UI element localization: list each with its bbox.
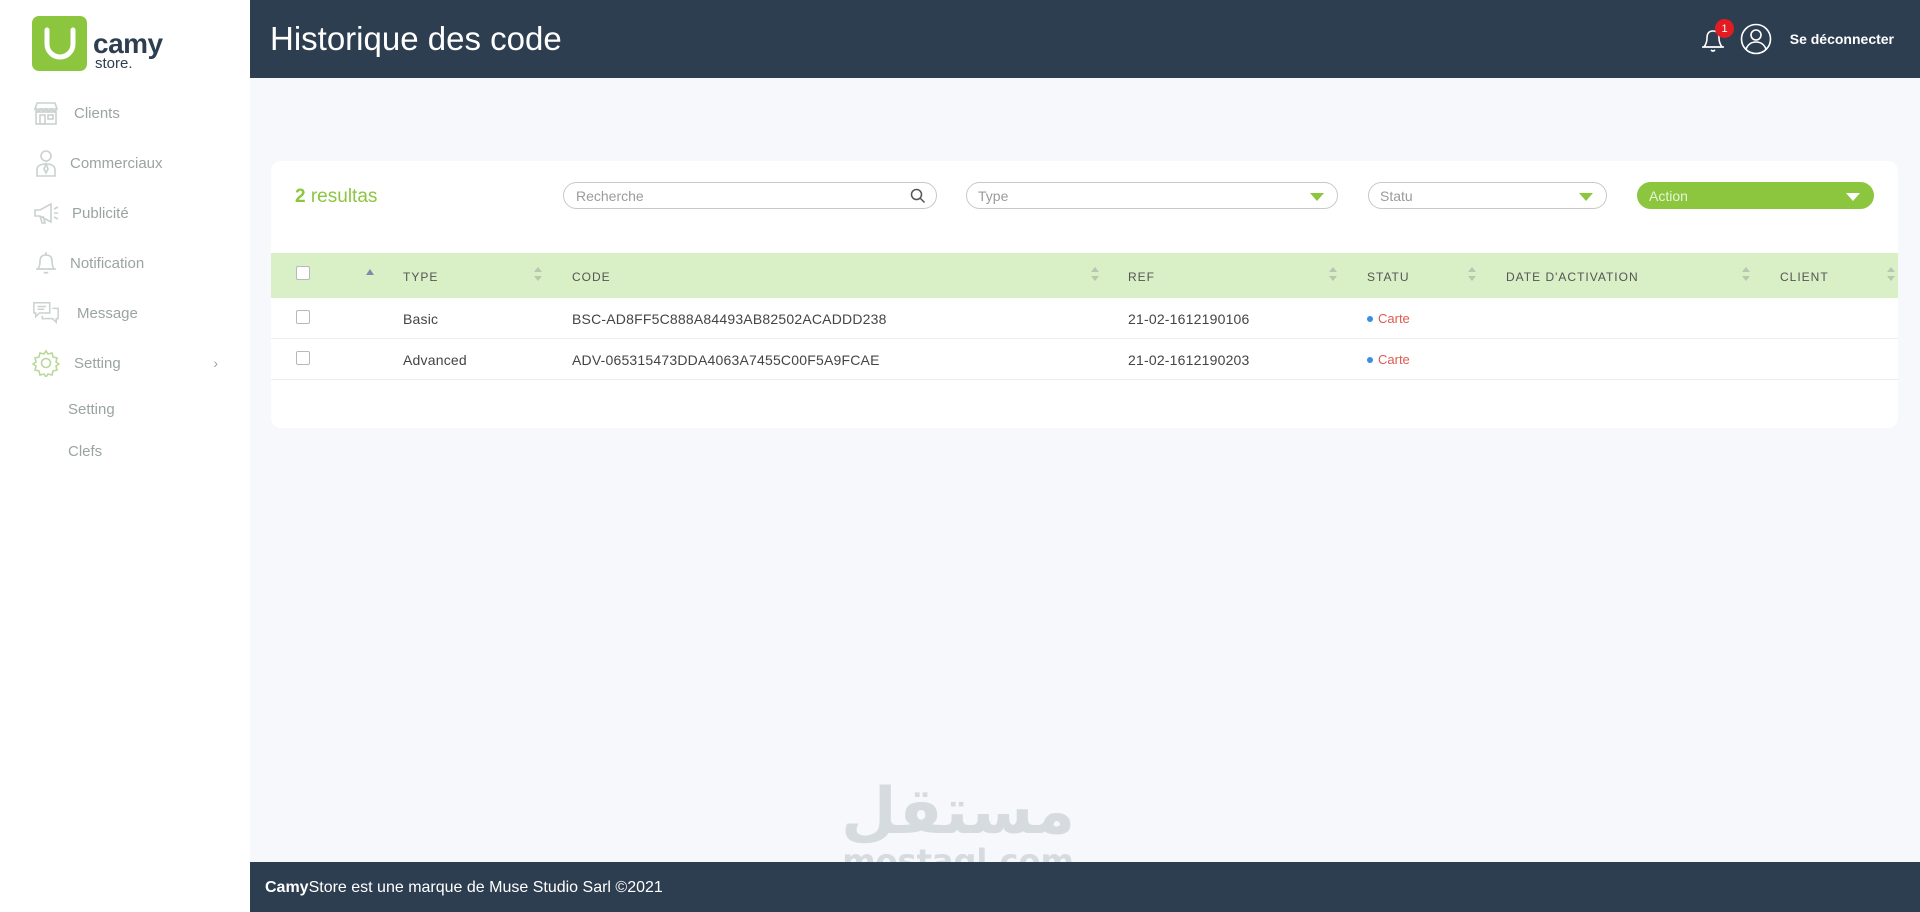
sidebar-subitem-clefs[interactable]: Clefs (0, 430, 250, 472)
codes-card: 2 resultas Type Statu Action TYPE CODE R… (271, 161, 1898, 428)
search-icon[interactable] (910, 188, 926, 209)
cell-type: Advanced (403, 352, 467, 368)
sidebar-item-publicite[interactable]: Publicité (0, 188, 250, 238)
sidebar-item-notification[interactable]: Notification (0, 238, 250, 288)
caret-down-icon (1846, 193, 1860, 201)
search-input[interactable] (576, 183, 896, 208)
row-checkbox[interactable] (296, 310, 310, 324)
sidebar-item-label: Notification (70, 254, 145, 272)
sort-icon[interactable] (534, 267, 542, 283)
sidebar-item-commerciaux[interactable]: Commerciaux (0, 138, 250, 188)
column-header-client[interactable]: CLIENT (1780, 270, 1829, 284)
sidebar-item-label: Clients (74, 104, 120, 122)
status-text: Carte (1378, 311, 1410, 326)
footer-copyright: CamyStore est une marque de Muse Studio … (265, 879, 663, 897)
cell-ref: 21-02-1612190106 (1128, 311, 1250, 327)
statu-filter-label: Statu (1380, 188, 1413, 204)
sort-icon[interactable] (1887, 267, 1895, 283)
chat-icon (32, 299, 60, 327)
sidebar-item-setting[interactable]: Setting › (0, 338, 250, 388)
sidebar-item-clients[interactable]: Clients (0, 88, 250, 138)
logout-link[interactable]: Se déconnecter (1790, 31, 1894, 47)
logo-main-text: camy (93, 28, 163, 59)
footer-brand: Camy (265, 879, 309, 896)
notification-badge: 1 (1715, 19, 1734, 38)
sidebar-subitem-setting[interactable]: Setting (0, 388, 250, 430)
megaphone-icon (32, 199, 60, 227)
cell-code: ADV-065315473DDA4063A7455C00F5A9FCAE (572, 352, 880, 368)
cell-ref: 21-02-1612190203 (1128, 352, 1250, 368)
results-number: 2 (295, 186, 306, 207)
sidebar-item-label: Setting (74, 354, 121, 372)
person-icon (32, 149, 60, 177)
user-avatar-icon[interactable] (1740, 23, 1772, 60)
results-count: 2 resultas (295, 186, 377, 208)
sidebar-item-message[interactable]: Message (0, 288, 250, 338)
sidebar-nav: Clients Commerciaux Publicité Notificati… (0, 88, 250, 472)
footer-text: Store est une marque de Muse Studio Sarl… (308, 879, 663, 896)
cell-code: BSC-AD8FF5C888A84493AB82502ACADDD238 (572, 311, 887, 327)
sidebar-item-label: Commerciaux (70, 154, 163, 172)
page-footer: CamyStore est une marque de Muse Studio … (250, 862, 1920, 912)
caret-down-icon (1579, 193, 1593, 201)
action-select-label: Action (1649, 188, 1688, 204)
action-select[interactable]: Action (1637, 182, 1874, 209)
sidebar-item-label: Message (77, 304, 138, 322)
column-header-type[interactable]: TYPE (403, 270, 438, 284)
watermark-arabic: مستقل (840, 775, 1076, 849)
select-all-checkbox[interactable] (296, 266, 310, 280)
cell-statu: Carte (1367, 352, 1410, 367)
sort-icon[interactable] (1329, 267, 1337, 283)
table-row[interactable]: Basic BSC-AD8FF5C888A84493AB82502ACADDD2… (271, 298, 1898, 339)
results-label: resultas (310, 186, 378, 207)
row-checkbox[interactable] (296, 351, 310, 365)
status-dot-icon (1367, 315, 1373, 322)
chevron-right-icon: › (213, 355, 218, 371)
table-header: TYPE CODE REF STATU DATE D'ACTIVATION CL… (271, 253, 1898, 298)
sidebar-item-label: Publicité (72, 204, 129, 222)
caret-down-icon (1310, 193, 1324, 201)
status-text: Carte (1378, 352, 1410, 367)
column-header-statu[interactable]: STATU (1367, 270, 1410, 284)
page-title: Historique des code (270, 20, 562, 57)
search-box (563, 182, 937, 209)
sort-icon[interactable] (1468, 267, 1476, 283)
sidebar: camy store. Clients Commerciaux Publicit… (0, 0, 250, 912)
status-dot-icon (1367, 356, 1373, 363)
column-header-code[interactable]: CODE (572, 270, 611, 284)
store-icon (32, 99, 60, 127)
statu-filter-select[interactable]: Statu (1368, 182, 1607, 209)
gear-icon (32, 349, 60, 377)
type-filter-select[interactable]: Type (966, 182, 1338, 209)
sort-icon[interactable] (1091, 267, 1099, 283)
smile-logo-icon (32, 16, 87, 71)
cell-statu: Carte (1367, 311, 1410, 326)
camy-store-logo[interactable]: camy store. (32, 16, 163, 71)
bell-icon (32, 249, 60, 277)
sort-icon[interactable] (1742, 267, 1750, 283)
column-header-ref[interactable]: REF (1128, 270, 1155, 284)
cell-type: Basic (403, 311, 439, 327)
top-header: Historique des code 1 Se déconnecter (250, 0, 1920, 78)
sort-asc-icon[interactable] (366, 269, 374, 275)
table-row[interactable]: Advanced ADV-065315473DDA4063A7455C00F5A… (271, 339, 1898, 380)
column-header-date-activation[interactable]: DATE D'ACTIVATION (1506, 270, 1639, 284)
type-filter-label: Type (978, 188, 1009, 204)
